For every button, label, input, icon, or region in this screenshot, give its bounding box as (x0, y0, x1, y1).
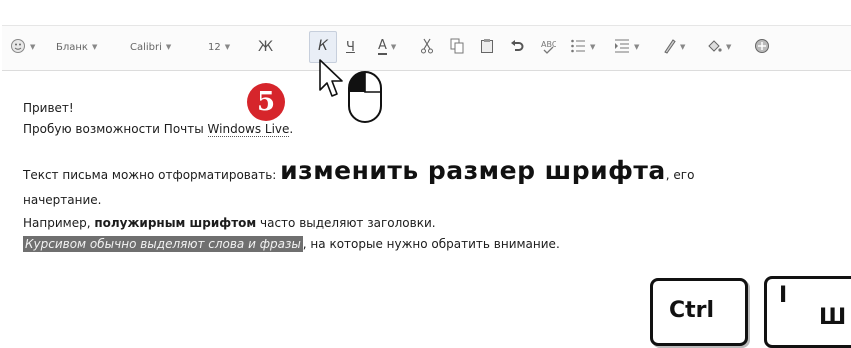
message-text: Пробую возможности Почты (23, 122, 208, 136)
chevron-down-icon: ▼ (726, 43, 732, 51)
message-line-5: Например, полужирным шрифтом часто выдел… (23, 216, 436, 230)
paint-bucket-icon (706, 38, 722, 57)
ctrl-key-icon: Ctrl (650, 278, 748, 346)
highlighter-icon (662, 38, 676, 57)
clipboard-icon (480, 38, 494, 57)
insert-link-button[interactable] (754, 36, 770, 58)
chevron-down-icon: ▼ (165, 43, 172, 51)
mouse-left-click-icon (347, 70, 383, 128)
chevron-down-icon: ▼ (680, 43, 686, 51)
chevron-down-icon: ▼ (390, 43, 397, 51)
insert-button[interactable]: ▼ (706, 36, 731, 58)
message-line-6: Курсивом обычно выделяют слова и фразы, … (23, 236, 560, 252)
sha-key-label: Ш (819, 305, 847, 330)
svg-text:ABC: ABC (541, 40, 556, 49)
mouse-pointer-icon (318, 58, 344, 104)
message-line-4: начертание. (23, 193, 102, 207)
chevron-down-icon: ▼ (590, 43, 596, 51)
chevron-down-icon: ▼ (224, 43, 231, 51)
message-text: Текст письма можно отформатировать: (23, 168, 281, 182)
font-color-button[interactable]: А ▼ (378, 36, 396, 58)
emoticon-button[interactable]: ▼ (10, 36, 35, 58)
message-text: часто выделяют заголовки. (256, 216, 436, 230)
font-family-label: Calibri (130, 41, 162, 53)
link-icon (754, 38, 770, 57)
message-text-link: Windows Live (207, 122, 290, 137)
stationery-dropdown[interactable]: Бланк ▼ (56, 36, 97, 58)
spellcheck-icon: ABC (540, 38, 558, 57)
italic-icon: К (318, 38, 328, 54)
bullet-list-button[interactable]: ▼ (570, 36, 595, 58)
mail-editor-window: ▼ Бланк ▼ Calibri ▼ 12 ▼ Ж К Ч А ▼ ABC ▼… (2, 0, 851, 348)
selected-italic-text[interactable]: Курсивом обычно выделяют слова и фразы (23, 236, 303, 252)
font-color-icon: А (378, 38, 387, 55)
copy-icon (450, 38, 464, 57)
bullet-list-icon (570, 38, 586, 57)
undo-icon (510, 38, 524, 57)
underline-button[interactable]: Ч (346, 36, 355, 58)
copy-button[interactable] (450, 36, 464, 58)
ctrl-key-label: Ctrl (669, 298, 715, 323)
message-line-3: Текст письма можно отформатировать: изме… (23, 156, 694, 190)
font-family-dropdown[interactable]: Calibri ▼ (130, 36, 171, 58)
chevron-down-icon: ▼ (30, 43, 36, 51)
message-line-2: Пробую возможности Почты Windows Live. (23, 122, 294, 137)
message-text: , на которые нужно обратить внимание. (302, 237, 560, 251)
indent-button[interactable]: ▼ (614, 36, 639, 58)
message-text: Например, (23, 216, 95, 230)
paste-button[interactable] (480, 36, 494, 58)
message-text: , его (665, 168, 695, 182)
font-size-dropdown[interactable]: 12 ▼ (208, 36, 230, 58)
i-key-label: I (779, 283, 788, 308)
message-line-1: Привет! (23, 101, 74, 115)
bold-text: полужирным шрифтом (94, 216, 257, 230)
message-text: . (289, 122, 294, 136)
highlight-button[interactable]: ▼ (662, 36, 685, 58)
scissors-icon (420, 38, 434, 57)
smiley-icon (10, 38, 26, 57)
undo-button[interactable] (510, 36, 524, 58)
spellcheck-button[interactable]: ABC (540, 36, 558, 58)
large-font-text: изменить размер шрифта (280, 156, 666, 185)
bold-icon: Ж (258, 39, 274, 55)
chevron-down-icon: ▼ (91, 43, 98, 51)
chevron-down-icon: ▼ (634, 43, 640, 51)
stationery-label: Бланк (56, 41, 88, 53)
i-key-icon: I Ш (764, 276, 851, 348)
font-size-label: 12 (208, 41, 221, 53)
step-number-badge: 5 (247, 83, 285, 121)
indent-icon (614, 38, 630, 57)
underline-icon: Ч (346, 39, 355, 55)
formatting-toolbar: ▼ Бланк ▼ Calibri ▼ 12 ▼ Ж К Ч А ▼ ABC ▼… (2, 25, 851, 71)
bold-button[interactable]: Ж (258, 36, 273, 58)
cut-button[interactable] (420, 36, 434, 58)
